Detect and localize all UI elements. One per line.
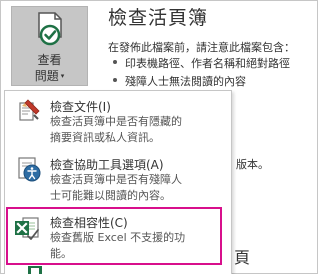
inspect-document-icon: [19, 99, 40, 121]
inspect-workbook-description: 在發佈此檔案前，請注意此檔案包含：: [108, 41, 295, 54]
menu-item-description-line: 檢查活頁簿中是否有殘障人: [50, 173, 182, 186]
pane-bullet-item: 殘障人士無法閱讀的內容: [113, 73, 246, 89]
chevron-down-icon: ▾: [60, 72, 65, 80]
bullet-dot: [113, 78, 117, 82]
check-button-label-line1: 查看: [37, 53, 62, 67]
menu-item-description-line: 士可能難以閱讀的內容。: [50, 189, 171, 202]
partially-hidden-heading: 頁: [234, 248, 251, 267]
callout-highlight-box: [6, 207, 222, 265]
menu-item-title: 檢查協助工具選項(A): [50, 158, 164, 172]
partially-hidden-icon: [28, 266, 42, 274]
bullet-dot: [113, 60, 117, 64]
menu-item-title: 檢查文件(I): [50, 100, 111, 114]
menu-item-description-line: 摘要資訊或私人資訊。: [50, 131, 160, 144]
check-button-label-line2-text: 問題: [34, 69, 59, 83]
excel-info-backstage: 檢查活頁簿 在發佈此檔案前，請注意此檔案包含： 印表機路徑、作者名稱和絕對路徑 …: [0, 0, 318, 274]
inspect-workbook-title: 檢查活頁簿: [108, 7, 209, 29]
pane-bullet-item: 印表機路徑、作者名稱和絕對路徑: [113, 55, 290, 71]
pane-bullet-label: 印表機路徑、作者名稱和絕對路徑: [125, 57, 290, 70]
check-button-label-line2: 問題 ▾: [12, 67, 87, 84]
pane-bullet-label: 殘障人士無法閱讀的內容: [125, 75, 246, 88]
menu-item-description-line: 檢查活頁簿中是否有隱藏的: [50, 115, 182, 128]
check-for-issues-icon: [38, 12, 62, 46]
accessibility-checker-icon: [18, 157, 41, 182]
partially-hidden-text: 版本。: [236, 158, 269, 171]
check-for-issues-button[interactable]: 查看 問題 ▾: [11, 6, 88, 86]
